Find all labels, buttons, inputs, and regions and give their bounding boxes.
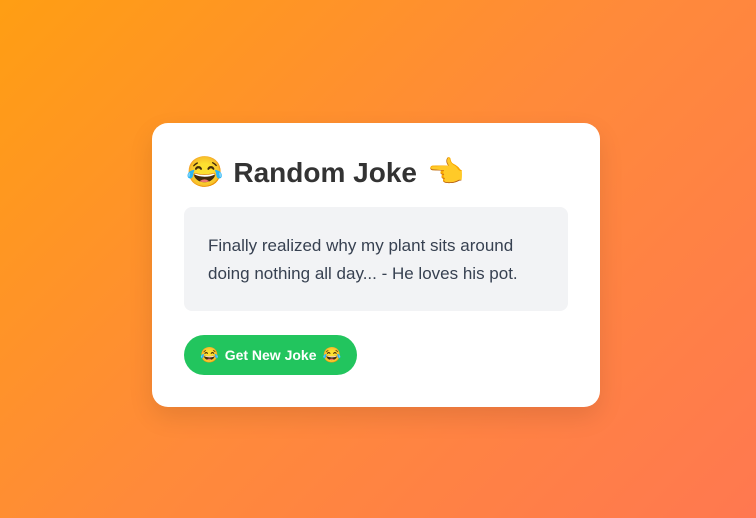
joke-box: Finally realized why my plant sits aroun… bbox=[184, 207, 568, 311]
get-new-joke-button[interactable]: 😂 Get New Joke 😂 bbox=[184, 335, 358, 375]
page-title: Random Joke bbox=[233, 157, 417, 188]
joke-card: 😂 Random Joke 👈 Finally realized why my … bbox=[152, 123, 600, 407]
pointing-hand-icon: 👈 bbox=[426, 156, 465, 189]
joke-text: Finally realized why my plant sits aroun… bbox=[208, 236, 518, 283]
button-label: Get New Joke bbox=[224, 347, 317, 363]
laughing-face-icon: 😂 bbox=[200, 346, 219, 364]
card-header: 😂 Random Joke 👈 bbox=[186, 151, 464, 195]
laughing-face-icon: 😂 bbox=[186, 156, 224, 189]
laughing-face-icon: 😂 bbox=[322, 346, 342, 364]
